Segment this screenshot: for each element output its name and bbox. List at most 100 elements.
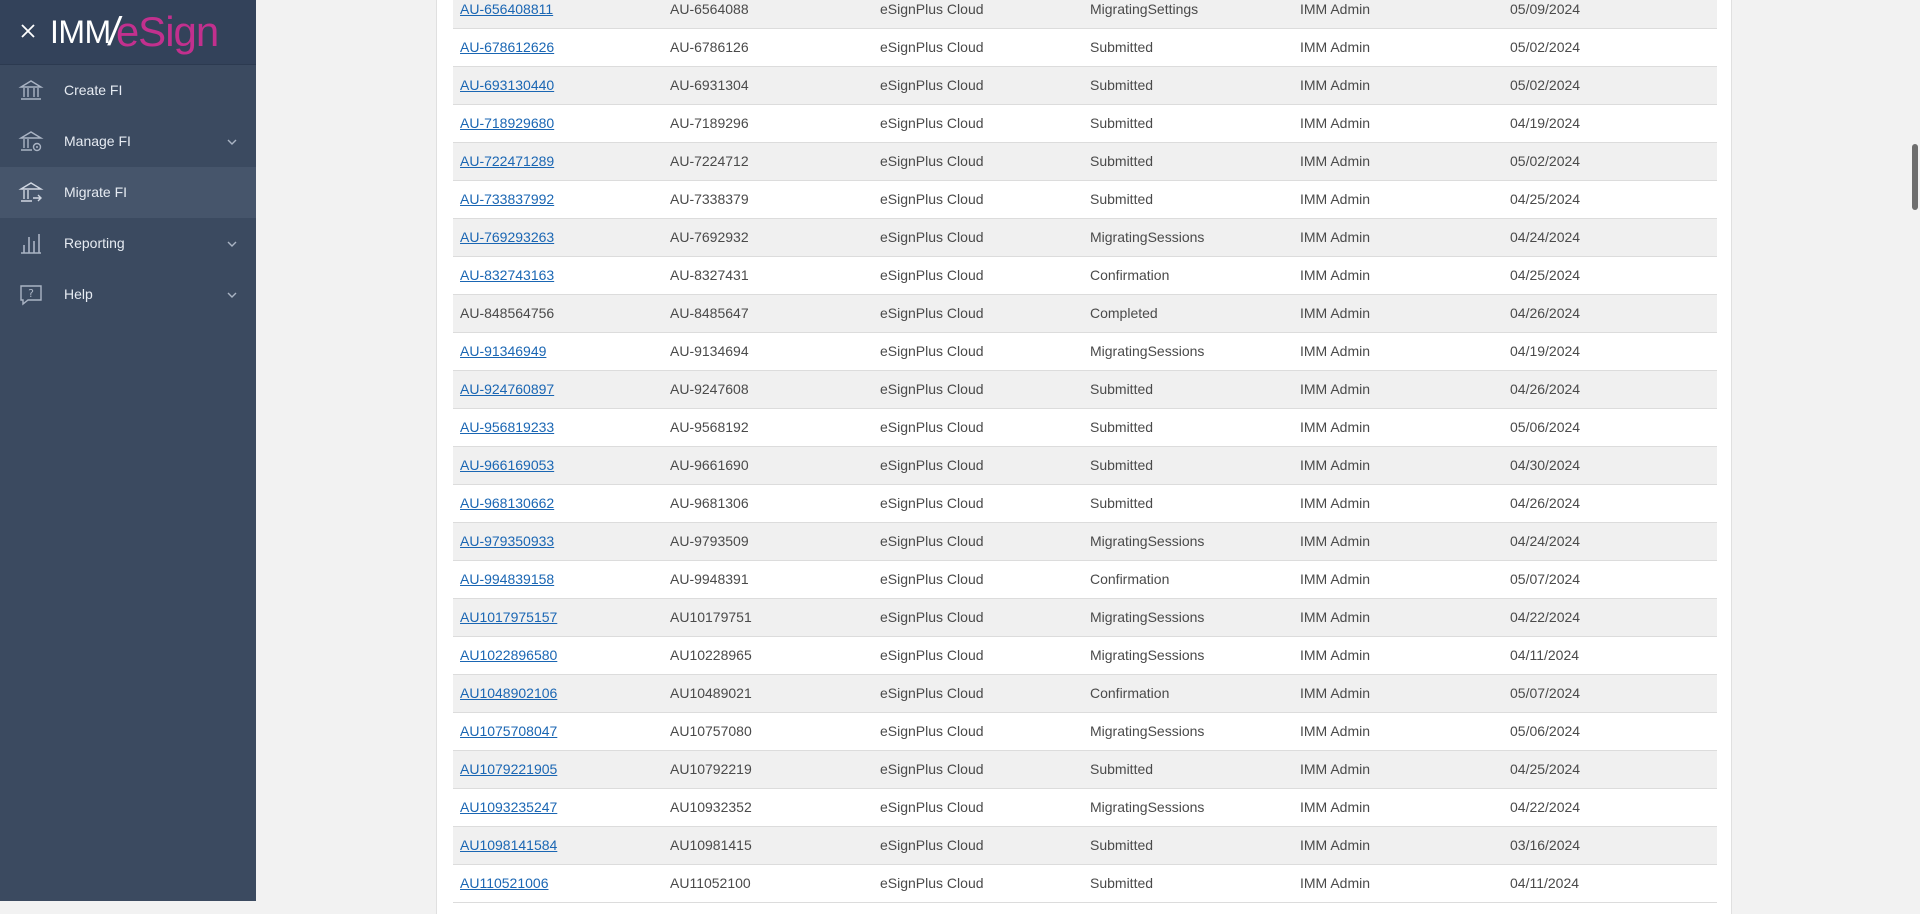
cell-text: MigratingSessions bbox=[1090, 609, 1205, 625]
application-id-link[interactable]: AU-718929680 bbox=[460, 115, 554, 131]
cell-fi-number: AU-9568192 bbox=[663, 408, 873, 446]
cell-status: Confirmation bbox=[1083, 256, 1293, 294]
application-id-link[interactable]: AU1079221905 bbox=[460, 761, 557, 777]
application-id-link[interactable]: AU-966169053 bbox=[460, 457, 554, 473]
cell-platform: eSignPlus Cloud bbox=[873, 0, 1083, 28]
cell-created-by: IMM Admin bbox=[1293, 522, 1503, 560]
table-row: AU-693130440 AU-6931304 eSignPlus Cloud Sub… bbox=[453, 66, 1717, 104]
cell-text: 05/02/2024 bbox=[1510, 39, 1581, 55]
application-id-link[interactable]: AU-722471289 bbox=[460, 153, 554, 169]
application-id-link[interactable]: AU-733837992 bbox=[460, 191, 554, 207]
cell-created-by: IMM Admin bbox=[1293, 104, 1503, 142]
application-id-link[interactable]: AU1075708047 bbox=[460, 723, 557, 739]
cell-status: Submitted bbox=[1083, 28, 1293, 66]
cell-text: Submitted bbox=[1090, 495, 1154, 511]
cell-text: 05/09/2024 bbox=[1510, 0, 1581, 17]
application-id-link[interactable]: AU-656408811 bbox=[460, 1, 553, 17]
sidebar-item-manage-fi[interactable]: Manage FI bbox=[0, 116, 256, 167]
cell-text: Confirmation bbox=[1090, 267, 1170, 283]
cell-status: Submitted bbox=[1083, 142, 1293, 180]
close-icon[interactable] bbox=[16, 19, 40, 43]
application-id-link[interactable]: AU-678612626 bbox=[460, 39, 554, 55]
cell-status: Submitted bbox=[1083, 864, 1293, 902]
sidebar-item-create-fi[interactable]: Create FI bbox=[0, 65, 256, 116]
cell-text: eSignPlus Cloud bbox=[880, 0, 984, 17]
cell-application-id: AU-718929680 bbox=[453, 104, 663, 142]
application-id-link[interactable]: AU-994839158 bbox=[460, 571, 554, 587]
application-id-link[interactable]: AU-979350933 bbox=[460, 533, 554, 549]
scrollbar-thumb[interactable] bbox=[1912, 144, 1918, 210]
cell-text: Submitted bbox=[1090, 381, 1154, 397]
cell-date: 05/06/2024 bbox=[1503, 408, 1717, 446]
cell-text: IMM Admin bbox=[1300, 0, 1371, 17]
application-id-link[interactable]: AU-924760897 bbox=[460, 381, 554, 397]
cell-created-by: IMM Admin bbox=[1293, 636, 1503, 674]
cell-text: 04/11/2024 bbox=[1510, 647, 1580, 663]
logo-esign-text: eSign bbox=[115, 8, 219, 55]
cell-text: IMM Admin bbox=[1300, 875, 1371, 891]
application-id-link[interactable]: AU1048902106 bbox=[460, 685, 557, 701]
cell-text: IMM Admin bbox=[1300, 723, 1371, 739]
cell-application-id: AU-968130662 bbox=[453, 484, 663, 522]
cell-text: 04/25/2024 bbox=[1510, 267, 1581, 283]
sidebar-item-label: Help bbox=[64, 286, 93, 302]
cell-text: AU-9134694 bbox=[670, 343, 749, 359]
sidebar-item-reporting[interactable]: Reporting bbox=[0, 218, 256, 269]
cell-text: AU-9247608 bbox=[670, 381, 749, 397]
table-row: AU1075708047 AU10757080 eSignPlus Cloud Mig… bbox=[453, 712, 1717, 750]
cell-text: IMM Admin bbox=[1300, 115, 1371, 131]
cell-text: 05/07/2024 bbox=[1510, 685, 1581, 701]
cell-platform: eSignPlus Cloud bbox=[873, 104, 1083, 142]
cell-application-id: AU1079221905 bbox=[453, 750, 663, 788]
cell-text: 04/22/2024 bbox=[1510, 799, 1581, 815]
application-id-link[interactable]: AU-832743163 bbox=[460, 267, 554, 283]
cell-text: IMM Admin bbox=[1300, 267, 1371, 283]
cell-fi-number: AU-6931304 bbox=[663, 66, 873, 104]
cell-text: Submitted bbox=[1090, 457, 1154, 473]
cell-created-by: IMM Admin bbox=[1293, 180, 1503, 218]
application-id-link[interactable]: AU-769293263 bbox=[460, 229, 554, 245]
sidebar-item-help[interactable]: ? Help bbox=[0, 269, 256, 320]
table-row: AU-994839158 AU-9948391 eSignPlus Cloud Con… bbox=[453, 560, 1717, 598]
table-row: AU1017975157 AU10179751 eSignPlus Cloud Mig… bbox=[453, 598, 1717, 636]
cell-text: IMM Admin bbox=[1300, 685, 1371, 701]
cell-status: MigratingSessions bbox=[1083, 712, 1293, 750]
cell-text: AU-8327431 bbox=[670, 267, 749, 283]
cell-text: eSignPlus Cloud bbox=[880, 191, 984, 207]
application-id-link[interactable]: AU1098141584 bbox=[460, 837, 557, 853]
cell-application-id: AU1022896580 bbox=[453, 636, 663, 674]
cell-date: 04/24/2024 bbox=[1503, 218, 1717, 256]
application-id-link[interactable]: AU-91346949 bbox=[460, 343, 546, 359]
cell-text: eSignPlus Cloud bbox=[880, 571, 984, 587]
bank-icon bbox=[18, 80, 44, 100]
application-id-link[interactable]: AU110521006 bbox=[460, 875, 548, 891]
svg-text:?: ? bbox=[28, 287, 34, 300]
cell-created-by: IMM Admin bbox=[1293, 256, 1503, 294]
cell-text: eSignPlus Cloud bbox=[880, 799, 984, 815]
cell-application-id: AU1093235247 bbox=[453, 788, 663, 826]
application-id-link[interactable]: AU-968130662 bbox=[460, 495, 554, 511]
cell-text: AU11052100 bbox=[670, 875, 751, 891]
sidebar-nav: Create FI Manage FI Migrate FI Reporting… bbox=[0, 65, 256, 320]
cell-text: AU-7189296 bbox=[670, 115, 749, 131]
application-id-link[interactable]: AU1093235247 bbox=[460, 799, 557, 815]
application-id-link[interactable]: AU-693130440 bbox=[460, 77, 554, 93]
page-scrollbar[interactable] bbox=[1908, 0, 1920, 901]
cell-fi-number: AU10792219 bbox=[663, 750, 873, 788]
application-id-link[interactable]: AU1022896580 bbox=[460, 647, 557, 663]
cell-created-by: IMM Admin bbox=[1293, 712, 1503, 750]
cell-fi-number: AU-6786126 bbox=[663, 28, 873, 66]
cell-text: eSignPlus Cloud bbox=[880, 305, 984, 321]
cell-text: MigratingSessions bbox=[1090, 799, 1205, 815]
application-id-link[interactable]: AU-956819233 bbox=[460, 419, 554, 435]
cell-text: 04/25/2024 bbox=[1510, 761, 1581, 777]
cell-fi-number: AU-9793509 bbox=[663, 522, 873, 560]
sidebar-item-migrate-fi[interactable]: Migrate FI bbox=[0, 167, 256, 218]
cell-application-id: AU-994839158 bbox=[453, 560, 663, 598]
table-row: AU1048902106 AU10489021 eSignPlus Cloud Con… bbox=[453, 674, 1717, 712]
cell-fi-number: AU-7224712 bbox=[663, 142, 873, 180]
cell-text: IMM Admin bbox=[1300, 457, 1371, 473]
cell-platform: eSignPlus Cloud bbox=[873, 408, 1083, 446]
application-id-link[interactable]: AU1017975157 bbox=[460, 609, 557, 625]
cell-text: 05/02/2024 bbox=[1510, 153, 1581, 169]
